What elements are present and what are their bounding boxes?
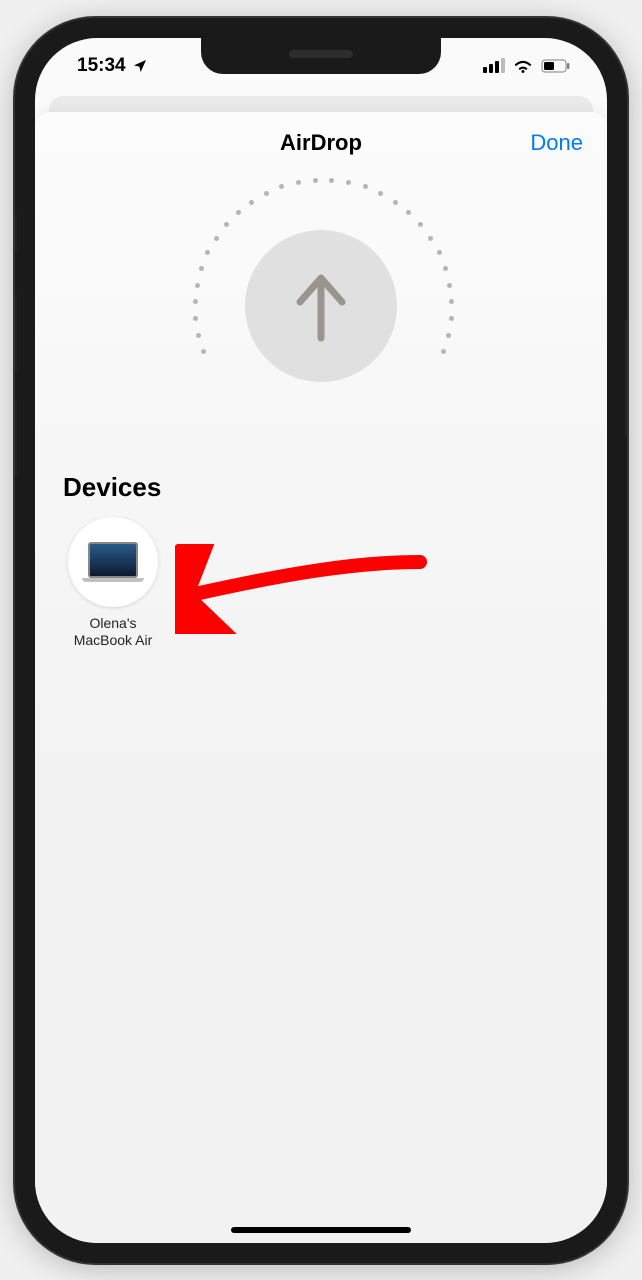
sheet-header: AirDrop Done (35, 112, 607, 174)
volume-down (15, 398, 17, 478)
radar-area (35, 174, 607, 464)
status-time: 15:34 (77, 55, 126, 77)
devices-heading: Devices (35, 472, 607, 503)
screen: 15:34 (35, 38, 607, 1243)
done-button[interactable]: Done (530, 112, 583, 174)
notch (201, 38, 441, 74)
device-label: Olena's MacBook Air (63, 615, 163, 650)
device-olenas-macbook-air[interactable]: Olena's MacBook Air (63, 517, 163, 650)
airdrop-sheet: AirDrop Done Devices (35, 112, 607, 1243)
speaker (289, 50, 353, 58)
upload-circle (245, 230, 397, 382)
device-icon-circle (68, 517, 158, 607)
wifi-icon (513, 58, 533, 73)
battery-icon (541, 59, 571, 73)
power-button (625, 318, 627, 438)
phone-frame: 15:34 (15, 18, 627, 1263)
volume-up (15, 293, 17, 373)
cellular-icon (483, 58, 505, 73)
location-icon (132, 58, 148, 74)
devices-grid: Olena's MacBook Air (35, 503, 607, 664)
home-indicator (231, 1227, 411, 1233)
sheet-title: AirDrop (280, 130, 362, 156)
arrow-up-icon (286, 266, 356, 346)
macbook-icon (82, 542, 144, 582)
mute-switch (15, 213, 17, 253)
